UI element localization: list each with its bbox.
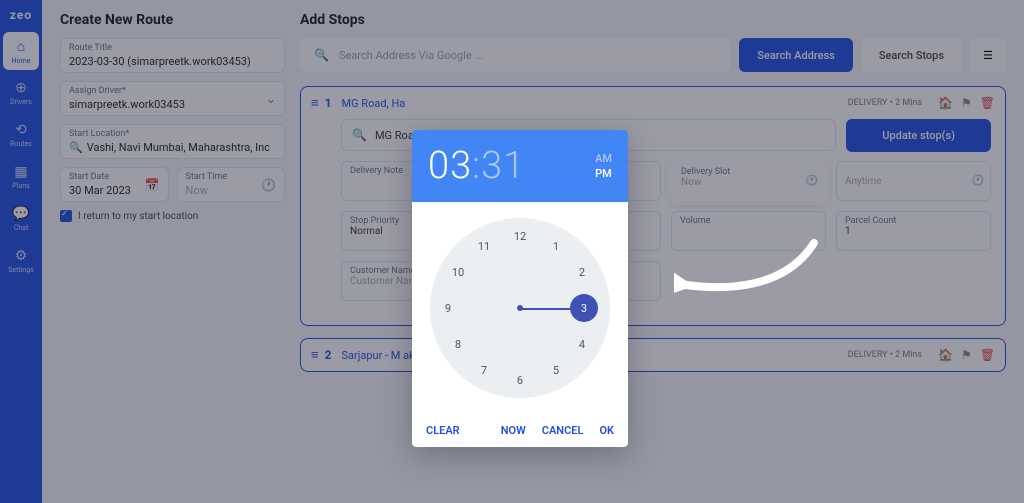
time-picker-header: 03:31 AM PM	[412, 130, 628, 202]
clear-button[interactable]: CLEAR	[426, 424, 460, 437]
clock-number[interactable]: 4	[570, 332, 594, 356]
time-picker: 03:31 AM PM 3 12 1 2 4 5 6 7 8 9 10 11 C…	[412, 130, 628, 447]
selected-minute[interactable]: 31	[481, 144, 525, 188]
clock-number[interactable]: 12	[508, 224, 532, 248]
clock-number[interactable]: 5	[544, 358, 568, 382]
am-toggle[interactable]: AM	[595, 152, 612, 165]
clock-number[interactable]: 2	[570, 260, 594, 284]
selected-hour[interactable]: 03	[428, 144, 472, 188]
clock-number[interactable]: 7	[472, 358, 496, 382]
now-button[interactable]: NOW	[501, 424, 526, 437]
time-display: 03:31	[428, 144, 525, 188]
clock-number[interactable]: 1	[544, 234, 568, 258]
clock-number[interactable]: 10	[446, 260, 470, 284]
cancel-button[interactable]: CANCEL	[542, 424, 584, 437]
clock-number[interactable]: 11	[472, 234, 496, 258]
pm-toggle[interactable]: PM	[595, 167, 612, 180]
clock-face[interactable]: 3 12 1 2 4 5 6 7 8 9 10 11	[430, 218, 610, 398]
clock-number[interactable]: 9	[436, 296, 460, 320]
time-picker-actions: CLEAR NOW CANCEL OK	[412, 414, 628, 447]
ok-button[interactable]: OK	[599, 424, 614, 437]
callout-arrow-icon	[674, 235, 824, 305]
clock-number[interactable]: 8	[446, 332, 470, 356]
clock-selected-hour[interactable]: 3	[570, 294, 598, 322]
clock-number[interactable]: 6	[508, 368, 532, 392]
